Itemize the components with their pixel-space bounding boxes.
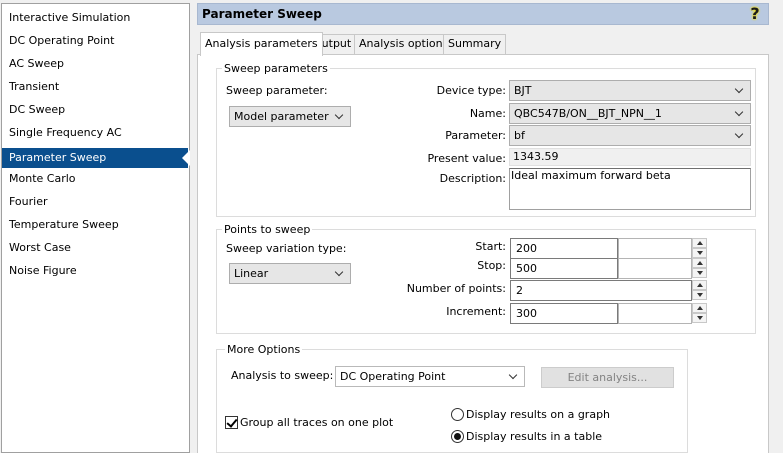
name-value: QBC547B/ON__BJT_NPN__1 [514, 107, 662, 120]
parameter-label: Parameter: [445, 129, 506, 142]
spin-up-icon[interactable] [692, 258, 707, 268]
display-table-label[interactable]: Display results in a table [466, 430, 602, 444]
points-to-sweep-group-label: Points to sweep [222, 223, 313, 236]
spin-up-icon[interactable] [692, 303, 707, 313]
group-traces-checkbox[interactable] [225, 416, 238, 429]
tab-summary[interactable]: Summary [443, 34, 507, 54]
number-of-points-input[interactable]: 2 [510, 280, 692, 301]
sidebar-item-dc-sweep[interactable]: DC Sweep [2, 100, 188, 120]
analysis-to-sweep-dropdown[interactable]: DC Operating Point [335, 366, 525, 387]
sidebar-item-worst-case[interactable]: Worst Case [2, 238, 188, 258]
increment-stepper[interactable] [692, 303, 707, 324]
analysis-to-sweep-value: DC Operating Point [340, 370, 446, 383]
analysis-header: Parameter Sweep ? [197, 3, 769, 25]
device-type-label: Device type: [436, 84, 506, 97]
present-value-label: Present value: [427, 152, 506, 165]
increment-label: Increment: [446, 305, 506, 318]
spin-down-icon[interactable] [692, 313, 707, 323]
sidebar-item-temperature-sweep[interactable]: Temperature Sweep [2, 215, 188, 235]
stop-label: Stop: [477, 259, 506, 272]
sidebar-item-transient[interactable]: Transient [2, 77, 188, 97]
start-input[interactable]: 200 [510, 238, 618, 259]
sidebar-item-monte-carlo[interactable]: Monte Carlo [2, 169, 188, 189]
analysis-to-sweep-label: Analysis to sweep: [231, 369, 334, 382]
help-icon[interactable]: ? [748, 5, 762, 23]
stop-stepper[interactable] [692, 258, 707, 279]
sweep-parameter-value: Model parameter [234, 110, 329, 123]
sidebar-item-noise-figure[interactable]: Noise Figure [2, 261, 188, 281]
analysis-list[interactable]: Interactive Simulation DC Operating Poin… [1, 3, 190, 453]
present-value-field: 1343.59 [509, 148, 751, 166]
sweep-parameters-group-label: Sweep parameters [222, 62, 330, 75]
stop-input[interactable]: 500 [510, 258, 618, 279]
device-type-value: BJT [514, 84, 532, 97]
tab-analysis-options[interactable]: Analysis options [354, 34, 454, 54]
sidebar-item-ac-sweep[interactable]: AC Sweep [2, 54, 188, 74]
sidebar-item-dc-operating-point[interactable]: DC Operating Point [2, 31, 188, 51]
spin-down-icon[interactable] [692, 290, 707, 300]
spin-up-icon[interactable] [692, 280, 707, 290]
more-options-group-label: More Options [225, 343, 303, 356]
chevron-down-icon [509, 367, 519, 386]
sweep-parameter-label: Sweep parameter: [226, 84, 328, 97]
start-label: Start: [475, 240, 506, 253]
edit-analysis-button[interactable]: Edit analysis... [541, 367, 674, 388]
number-of-points-label: Number of points: [406, 282, 506, 295]
tab-analysis-parameters[interactable]: Analysis parameters [200, 32, 323, 56]
increment-unit-field[interactable] [618, 303, 692, 324]
start-stepper[interactable] [692, 238, 707, 259]
chevron-down-icon [735, 104, 745, 123]
spin-up-icon[interactable] [692, 238, 707, 248]
spin-down-icon[interactable] [692, 268, 707, 278]
description-label: Description: [439, 172, 506, 185]
name-label: Name: [469, 107, 506, 120]
sidebar-item-interactive-simulation[interactable]: Interactive Simulation [2, 8, 188, 28]
increment-input[interactable]: 300 [510, 303, 618, 324]
sidebar-item-single-frequency-ac[interactable]: Single Frequency AC [2, 123, 188, 143]
chevron-down-icon [335, 264, 345, 283]
device-type-dropdown[interactable]: BJT [509, 80, 751, 101]
chevron-down-icon [735, 126, 745, 145]
sidebar-item-parameter-sweep[interactable]: Parameter Sweep [2, 148, 190, 168]
sweep-variation-type-dropdown[interactable]: Linear [229, 263, 351, 284]
chevron-down-icon [335, 107, 345, 126]
group-traces-label[interactable]: Group all traces on one plot [240, 416, 393, 430]
parameter-dropdown[interactable]: bf [509, 125, 751, 146]
page-title: Parameter Sweep [202, 7, 322, 21]
stop-unit-field[interactable] [618, 258, 692, 279]
display-table-radio[interactable] [451, 430, 464, 443]
display-graph-radio[interactable] [451, 408, 464, 421]
name-dropdown[interactable]: QBC547B/ON__BJT_NPN__1 [509, 103, 751, 124]
display-graph-label[interactable]: Display results on a graph [466, 408, 610, 422]
sidebar-item-fourier[interactable]: Fourier [2, 192, 188, 212]
sweep-variation-type-value: Linear [234, 267, 269, 280]
number-of-points-stepper[interactable] [692, 280, 707, 301]
parameter-value: bf [514, 129, 525, 142]
sweep-variation-type-label: Sweep variation type: [226, 242, 347, 255]
spin-down-icon[interactable] [692, 248, 707, 258]
chevron-down-icon [735, 81, 745, 100]
description-field: Ideal maximum forward beta [509, 168, 751, 210]
sweep-parameter-dropdown[interactable]: Model parameter [229, 106, 351, 127]
start-unit-field[interactable] [618, 238, 692, 259]
